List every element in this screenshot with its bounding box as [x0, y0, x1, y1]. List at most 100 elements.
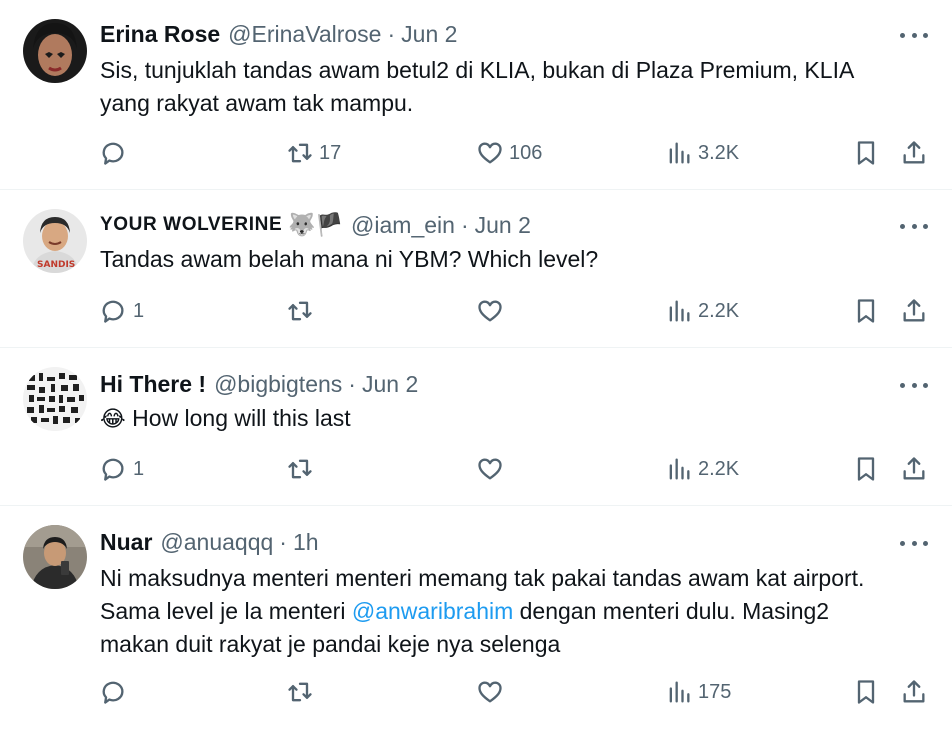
like-icon [478, 458, 502, 480]
share-icon [903, 141, 925, 164]
retweet-button[interactable]: 17 [286, 137, 341, 169]
retweet-icon [288, 143, 312, 163]
more-icon[interactable] [900, 375, 928, 395]
retweet-button[interactable] [286, 453, 314, 485]
avatar[interactable]: SANDIS [23, 209, 87, 273]
reply-icon [102, 300, 124, 323]
views-count: 2.2K [698, 457, 740, 480]
display-name[interactable]: Nuar [100, 529, 152, 556]
mention-link[interactable]: @anwaribrahim [352, 598, 513, 624]
reply-icon [102, 458, 124, 481]
tweet-actions: 175 [100, 676, 930, 708]
tweet-text: Tandas awam belah mana ni YBM? Which lev… [100, 243, 912, 276]
share-button[interactable] [900, 676, 928, 708]
timestamp[interactable]: 1h [293, 529, 319, 556]
views-count: 2.2K [698, 299, 740, 322]
name-emoji: 🐺🏴 [288, 212, 344, 238]
bookmark-icon [857, 680, 875, 704]
reply-button[interactable]: 1 [100, 453, 144, 485]
tweet-text-line: Tandas awam belah mana ni YBM? Which lev… [100, 246, 599, 272]
like-icon [478, 142, 502, 164]
display-name[interactable]: YOUR WOLVERINE [100, 214, 282, 236]
bookmark-icon [857, 141, 875, 165]
timestamp[interactable]: Jun 2 [401, 21, 457, 48]
views-button[interactable]: 175 [665, 676, 731, 708]
tweet-text-line: Sama level je la menteri @anwaribrahim d… [100, 595, 912, 628]
like-icon [478, 681, 502, 703]
tweet-text: 😂 How long will this last [100, 402, 912, 436]
tweet[interactable]: Nuar @anuaqqq · 1h Ni maksudnya menteri … [0, 506, 952, 730]
avatar[interactable] [23, 367, 87, 431]
user-handle[interactable]: @anuaqqq [160, 529, 273, 556]
retweet-icon [288, 459, 312, 479]
tweet-actions: 1 2.2K [100, 295, 930, 327]
reply-count: 1 [133, 299, 145, 322]
reply-button[interactable]: 1 [100, 295, 144, 327]
share-icon [903, 680, 925, 703]
share-button[interactable] [900, 453, 928, 485]
avatar[interactable] [23, 525, 87, 589]
share-button[interactable] [900, 295, 928, 327]
laughing-emoji: 😂 [100, 407, 126, 432]
share-button[interactable] [900, 137, 928, 169]
tweet-text-segment: Sama level je la menteri [100, 598, 352, 624]
share-icon [903, 457, 925, 480]
timestamp[interactable]: Jun 2 [362, 371, 418, 398]
tweet-text-line: How long will this last [132, 405, 351, 431]
tweet-text-line: yang rakyat awam tak mampu. [100, 90, 414, 116]
separator-dot: · [348, 370, 356, 397]
bookmark-button[interactable] [852, 295, 880, 327]
tweet[interactable]: Erina Rose @ErinaValrose · Jun 2 Sis, tu… [0, 0, 952, 190]
more-icon[interactable] [900, 533, 928, 553]
user-handle[interactable]: @iam_ein [351, 212, 455, 239]
tweet[interactable]: SANDIS YOUR WOLVERINE 🐺🏴 @iam_ein · Jun … [0, 190, 952, 348]
tweet-header: YOUR WOLVERINE 🐺🏴 @iam_ein · Jun 2 [100, 210, 531, 240]
bookmark-icon [857, 457, 875, 481]
bookmark-button[interactable] [852, 137, 880, 169]
retweet-icon [288, 301, 312, 321]
views-icon [669, 300, 690, 322]
views-icon [669, 458, 690, 480]
tweet[interactable]: Hi There ! @bigbigtens · Jun 2 😂 How lon… [0, 348, 952, 506]
tweet-header: Erina Rose @ErinaValrose · Jun 2 [100, 19, 457, 49]
reply-button[interactable] [100, 137, 128, 169]
display-name[interactable]: Erina Rose [100, 21, 220, 48]
timestamp[interactable]: Jun 2 [475, 212, 531, 239]
retweet-button[interactable] [286, 676, 314, 708]
tweet-text: Sis, tunjuklah tandas awam betul2 di KLI… [100, 54, 912, 120]
more-icon[interactable] [900, 25, 928, 45]
like-button[interactable] [476, 676, 504, 708]
like-count: 106 [509, 141, 543, 164]
tweet-text-segment: dengan menteri dulu. Masing2 [513, 598, 830, 624]
avatar[interactable] [23, 19, 87, 83]
retweet-button[interactable] [286, 295, 314, 327]
user-handle[interactable]: @ErinaValrose [228, 21, 381, 48]
like-button[interactable] [476, 453, 504, 485]
views-button[interactable]: 2.2K [665, 453, 739, 485]
tweet-actions: 1 2.2K [100, 453, 930, 485]
bookmark-button[interactable] [852, 453, 880, 485]
views-button[interactable]: 3.2K [665, 137, 739, 169]
like-button[interactable] [476, 295, 504, 327]
bookmark-button[interactable] [852, 676, 880, 708]
views-count: 175 [698, 680, 732, 703]
tweet-actions: 17 106 3.2K [100, 137, 930, 169]
separator-dot: · [387, 20, 396, 47]
reply-button[interactable] [100, 676, 128, 708]
share-icon [903, 299, 925, 322]
more-icon[interactable] [900, 216, 928, 236]
bookmark-icon [857, 299, 875, 323]
views-icon [669, 142, 690, 164]
retweet-icon [288, 682, 312, 702]
tweet-text-line: makan duit rakyat je pandai keje nya sel… [100, 631, 561, 657]
user-handle[interactable]: @bigbigtens [214, 371, 342, 398]
tweet-text-line: Ni maksudnya menteri menteri memang tak … [100, 565, 865, 591]
reply-icon [102, 681, 124, 704]
tweet-header: Nuar @anuaqqq · 1h [100, 527, 319, 557]
display-name[interactable]: Hi There ! [100, 371, 206, 398]
tweet-text: Ni maksudnya menteri menteri memang tak … [100, 562, 912, 661]
views-button[interactable]: 2.2K [665, 295, 739, 327]
tweet-text-line: Sis, tunjuklah tandas awam betul2 di KLI… [100, 57, 855, 83]
reply-icon [102, 142, 124, 165]
like-button[interactable]: 106 [476, 137, 542, 169]
